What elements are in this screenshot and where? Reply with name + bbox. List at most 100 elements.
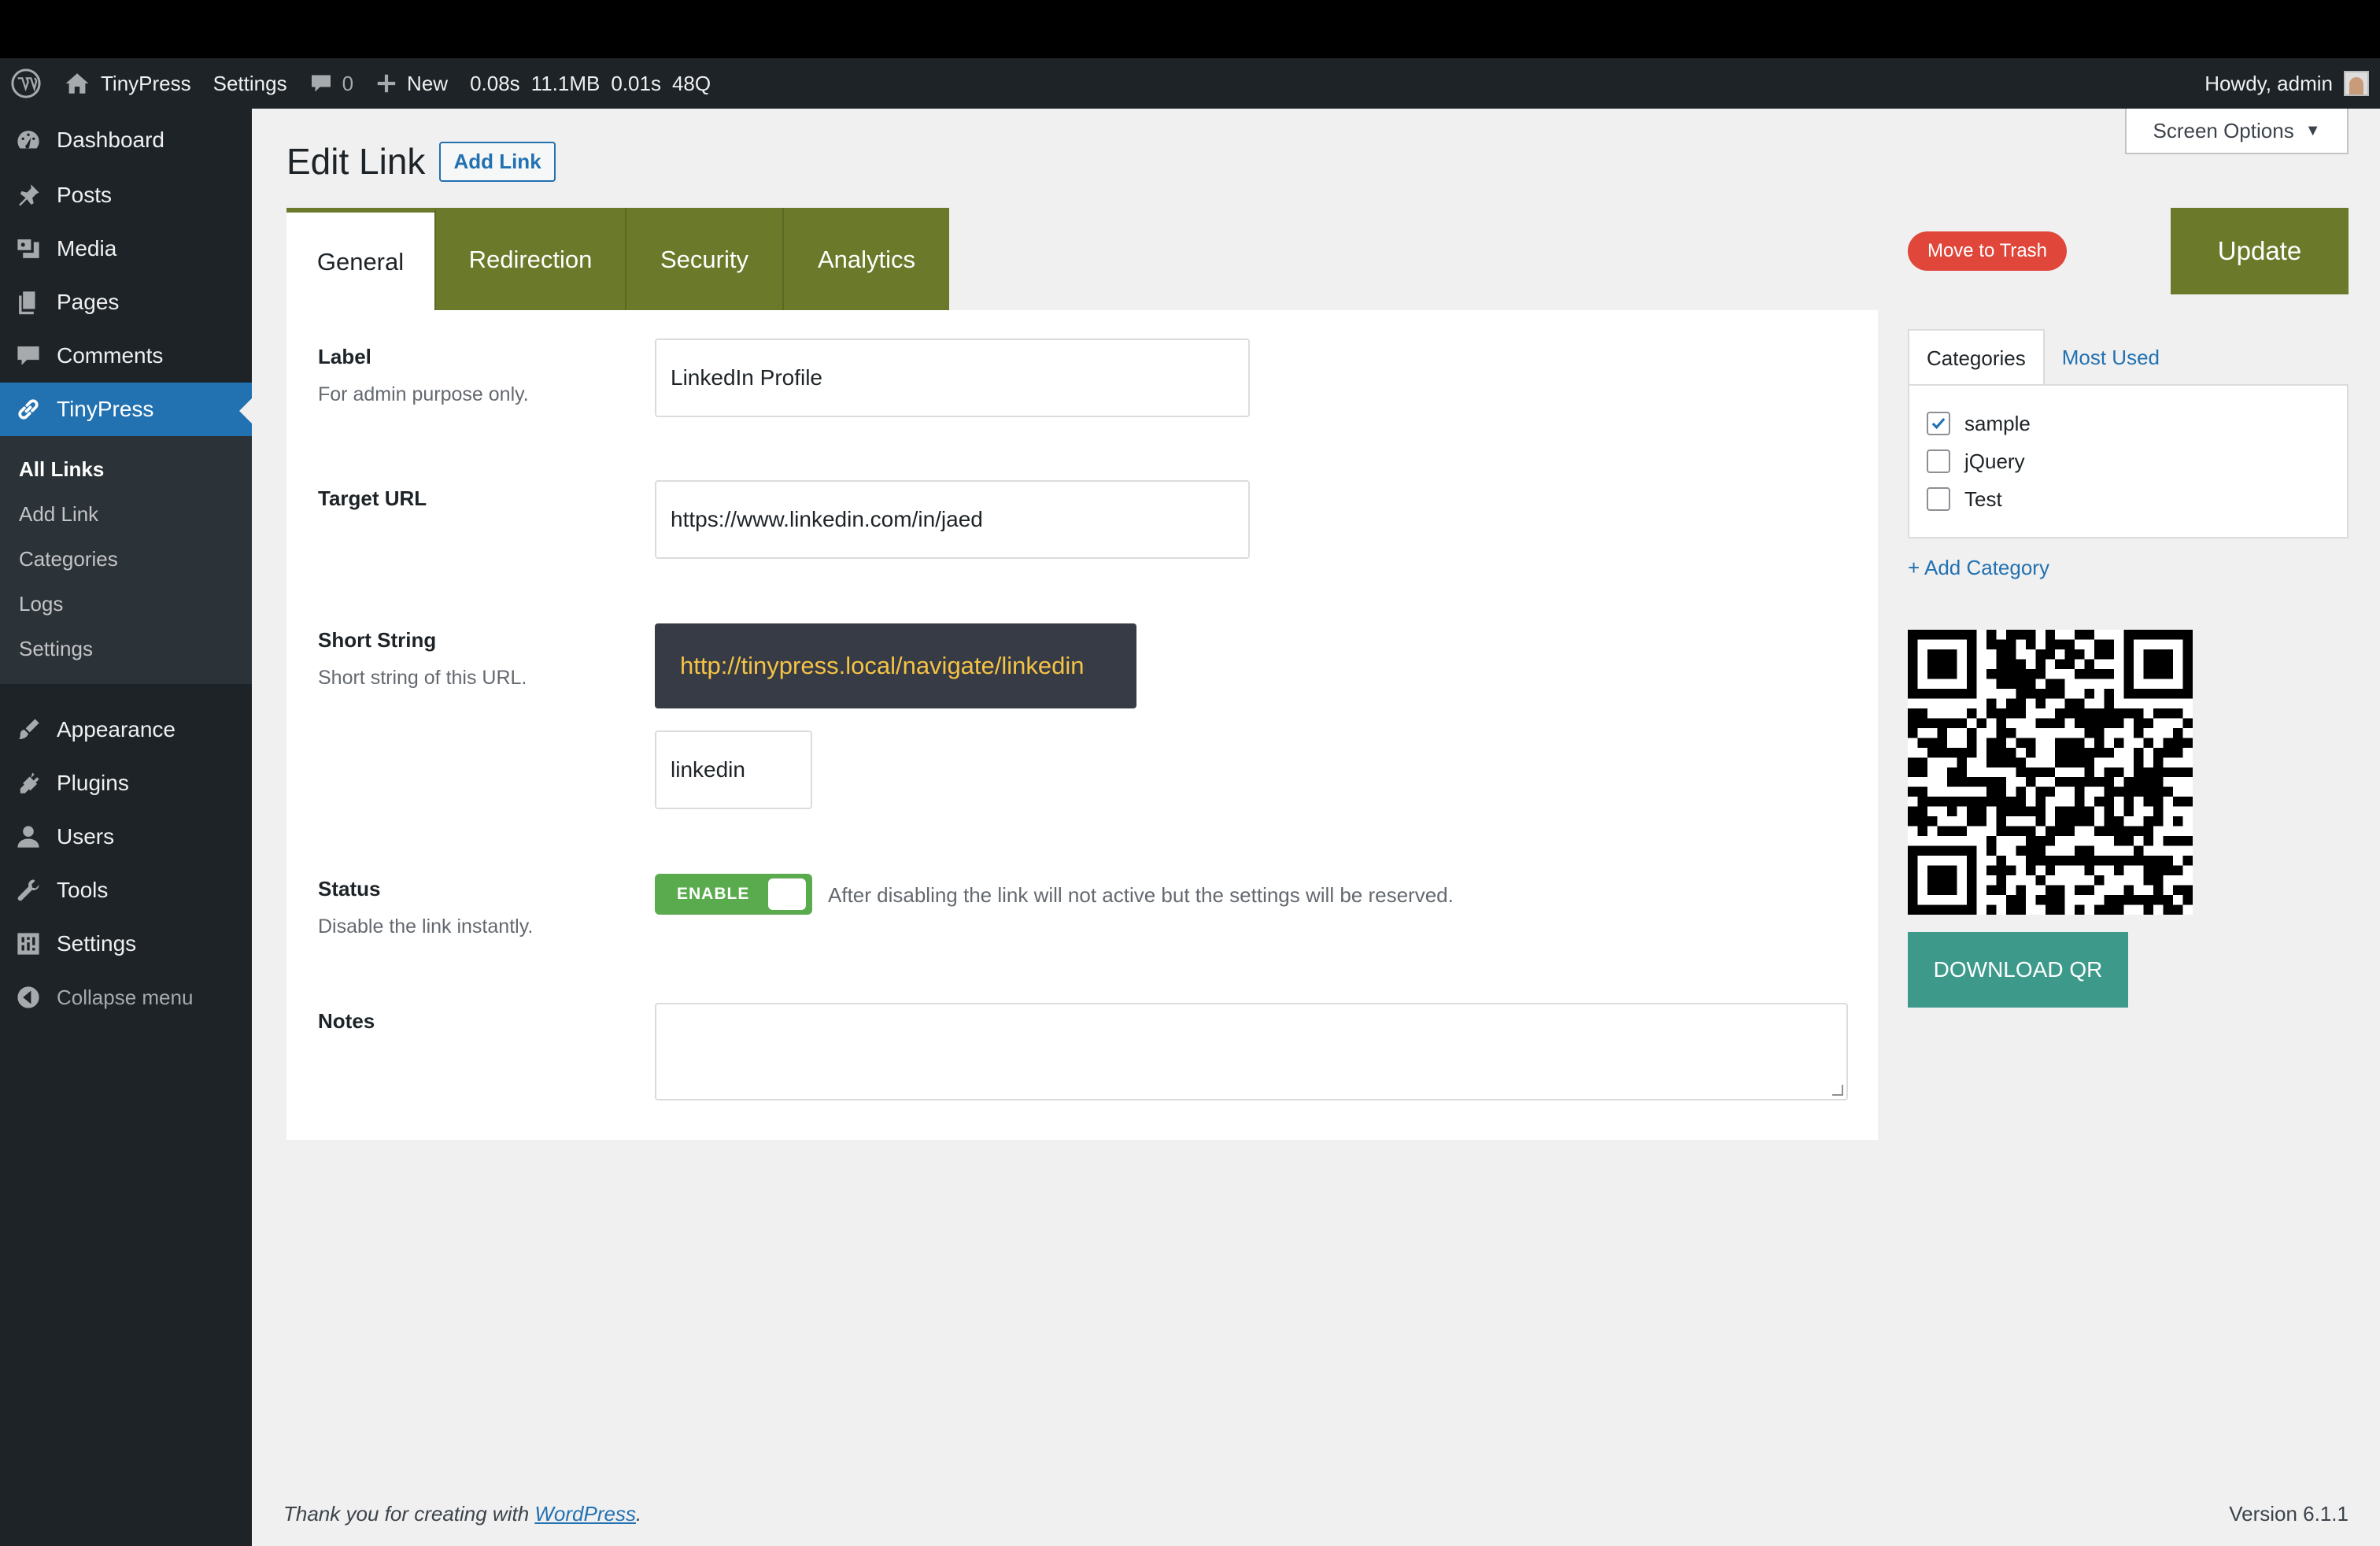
tab-security[interactable]: Security [626, 208, 784, 312]
checkbox-jquery[interactable] [1927, 449, 1950, 473]
status-note: After disabling the link will not active… [828, 883, 1454, 907]
tab-general[interactable]: General [286, 208, 436, 312]
menu-pages-label: Pages [57, 290, 120, 314]
add-link-button[interactable]: Add Link [439, 141, 556, 182]
menu-dashboard[interactable]: Dashboard [0, 113, 252, 167]
tab-analytics[interactable]: Analytics [784, 208, 949, 312]
menu-settings-label: Settings [57, 931, 137, 956]
menu-dashboard-label: Dashboard [57, 128, 164, 152]
label-input[interactable]: LinkedIn Profile [655, 338, 1250, 417]
menu-appearance-label: Appearance [57, 717, 176, 742]
menu-appearance[interactable]: Appearance [0, 703, 252, 756]
checkmark-icon [1931, 417, 1946, 430]
move-to-trash-button[interactable]: Move to Trash [1908, 231, 2067, 271]
page-title: Edit Link [286, 141, 426, 182]
qr-code-image [1908, 630, 2193, 915]
target-url-input[interactable]: https://www.linkedin.com/in/jaed [655, 480, 1250, 559]
submenu-settings[interactable]: Settings [0, 627, 252, 671]
tab-redirection[interactable]: Redirection [436, 208, 626, 312]
perf-db-time: 0.01s [611, 71, 661, 95]
notes-textarea[interactable] [655, 1003, 1848, 1100]
submenu-all-links[interactable]: All Links [0, 447, 252, 492]
menu-users[interactable]: Users [0, 810, 252, 864]
link-settings-tabs: General Redirection Security Analytics [286, 208, 949, 312]
short-string-title: Short String [318, 628, 437, 652]
checkbox-test[interactable] [1927, 487, 1950, 511]
query-monitor-stats[interactable]: 0.08s 11.1MB 0.01s 48Q [459, 72, 722, 96]
pushpin-icon [14, 181, 42, 209]
footer-version: Version 6.1.1 [2229, 1502, 2349, 1526]
page-title-area: Edit Link Add Link [286, 140, 556, 183]
wordpress-logo-icon[interactable] [0, 58, 54, 109]
short-string-row: Short String Short string of this URL. [318, 628, 527, 690]
site-name-link[interactable]: TinyPress [54, 58, 202, 109]
category-item-test[interactable]: Test [1927, 480, 2330, 518]
perf-queries: 48Q [671, 71, 711, 95]
tab-most-used[interactable]: Most Used [2045, 329, 2177, 386]
admin-bar: TinyPress Settings 0 New 0.08s 11.1MB 0.… [0, 58, 2380, 109]
tinypress-submenu: All Links Add Link Categories Logs Setti… [0, 436, 252, 684]
status-row: Status Disable the link instantly. [318, 877, 533, 938]
menu-plugins[interactable]: Plugins [0, 756, 252, 810]
category-label: jQuery [1964, 449, 2025, 473]
my-account[interactable]: Howdy, admin [2204, 71, 2380, 96]
menu-tinypress-label: TinyPress [57, 397, 154, 421]
label-field-title: Label [318, 345, 371, 368]
menu-settings[interactable]: Settings [0, 917, 252, 971]
category-item-sample[interactable]: sample [1927, 405, 2330, 442]
menu-tools[interactable]: Tools [0, 864, 252, 917]
update-button[interactable]: Update [2171, 208, 2349, 294]
category-checklist: sample jQuery Test [1908, 384, 2349, 538]
resize-handle-icon[interactable] [1832, 1085, 1843, 1096]
status-description: Disable the link instantly. [318, 915, 534, 938]
perf-memory: 11.1MB [530, 71, 601, 95]
label-row: Label For admin purpose only. [318, 345, 529, 406]
checkbox-sample[interactable] [1927, 412, 1950, 435]
avatar [2344, 71, 2369, 96]
status-toggle-label: ENABLE [677, 885, 750, 903]
menu-tinypress[interactable]: TinyPress [0, 383, 252, 436]
screen-options-label: Screen Options [2153, 118, 2294, 142]
menu-pages[interactable]: Pages [0, 276, 252, 329]
category-tabs: Categories Most Used [1908, 329, 2177, 386]
tab-all-categories[interactable]: Categories [1908, 329, 2045, 386]
dashboard-icon [14, 126, 42, 154]
menu-media-label: Media [57, 236, 117, 261]
download-qr-button[interactable]: DOWNLOAD QR [1908, 932, 2128, 1008]
target-url-title: Target URL [318, 486, 427, 510]
wordpress-link[interactable]: WordPress [534, 1502, 636, 1526]
caret-down-icon: ▼ [2304, 121, 2321, 139]
status-toggle[interactable]: ENABLE [655, 874, 812, 915]
howdy-label: Howdy, admin [2204, 71, 2333, 95]
menu-posts[interactable]: Posts [0, 168, 252, 222]
target-url-row: Target URL [318, 486, 427, 511]
settings-sliders-icon [14, 930, 42, 958]
menu-media[interactable]: Media [0, 222, 252, 276]
add-category-link[interactable]: + Add Category [1908, 556, 2049, 580]
submenu-logs[interactable]: Logs [0, 582, 252, 627]
adminbar-comments-link[interactable]: 0 [298, 58, 364, 109]
admin-sidebar: Dashboard Posts Media Pages Comments Tin… [0, 109, 252, 1546]
menu-plugins-label: Plugins [57, 771, 129, 795]
short-url-display[interactable]: http://tinypress.local/navigate/linkedin [655, 623, 1136, 708]
short-string-input[interactable]: linkedin [655, 730, 812, 809]
menu-tools-label: Tools [57, 878, 109, 902]
footer-thanks: Thank you for creating with WordPress. [283, 1502, 641, 1526]
comments-icon [14, 342, 42, 370]
category-item-jquery[interactable]: jQuery [1927, 442, 2330, 480]
submenu-categories[interactable]: Categories [0, 537, 252, 582]
paintbrush-icon [14, 716, 42, 744]
submenu-add-link[interactable]: Add Link [0, 492, 252, 537]
screen-options-button[interactable]: Screen Options ▼ [2125, 109, 2349, 154]
main-content: Screen Options ▼ Edit Link Add Link Gene… [252, 109, 2380, 1546]
menu-comments[interactable]: Comments [0, 329, 252, 383]
status-title: Status [318, 877, 381, 901]
adminbar-settings-link[interactable]: Settings [202, 58, 298, 109]
comment-bubble-icon [309, 72, 333, 94]
category-label: Test [1964, 486, 2002, 511]
user-icon [14, 823, 42, 851]
notes-row: Notes [318, 1009, 375, 1034]
collapse-menu-button[interactable]: Collapse menu [0, 971, 252, 1024]
menu-comments-label: Comments [57, 343, 164, 368]
adminbar-new-link[interactable]: New [364, 58, 459, 109]
